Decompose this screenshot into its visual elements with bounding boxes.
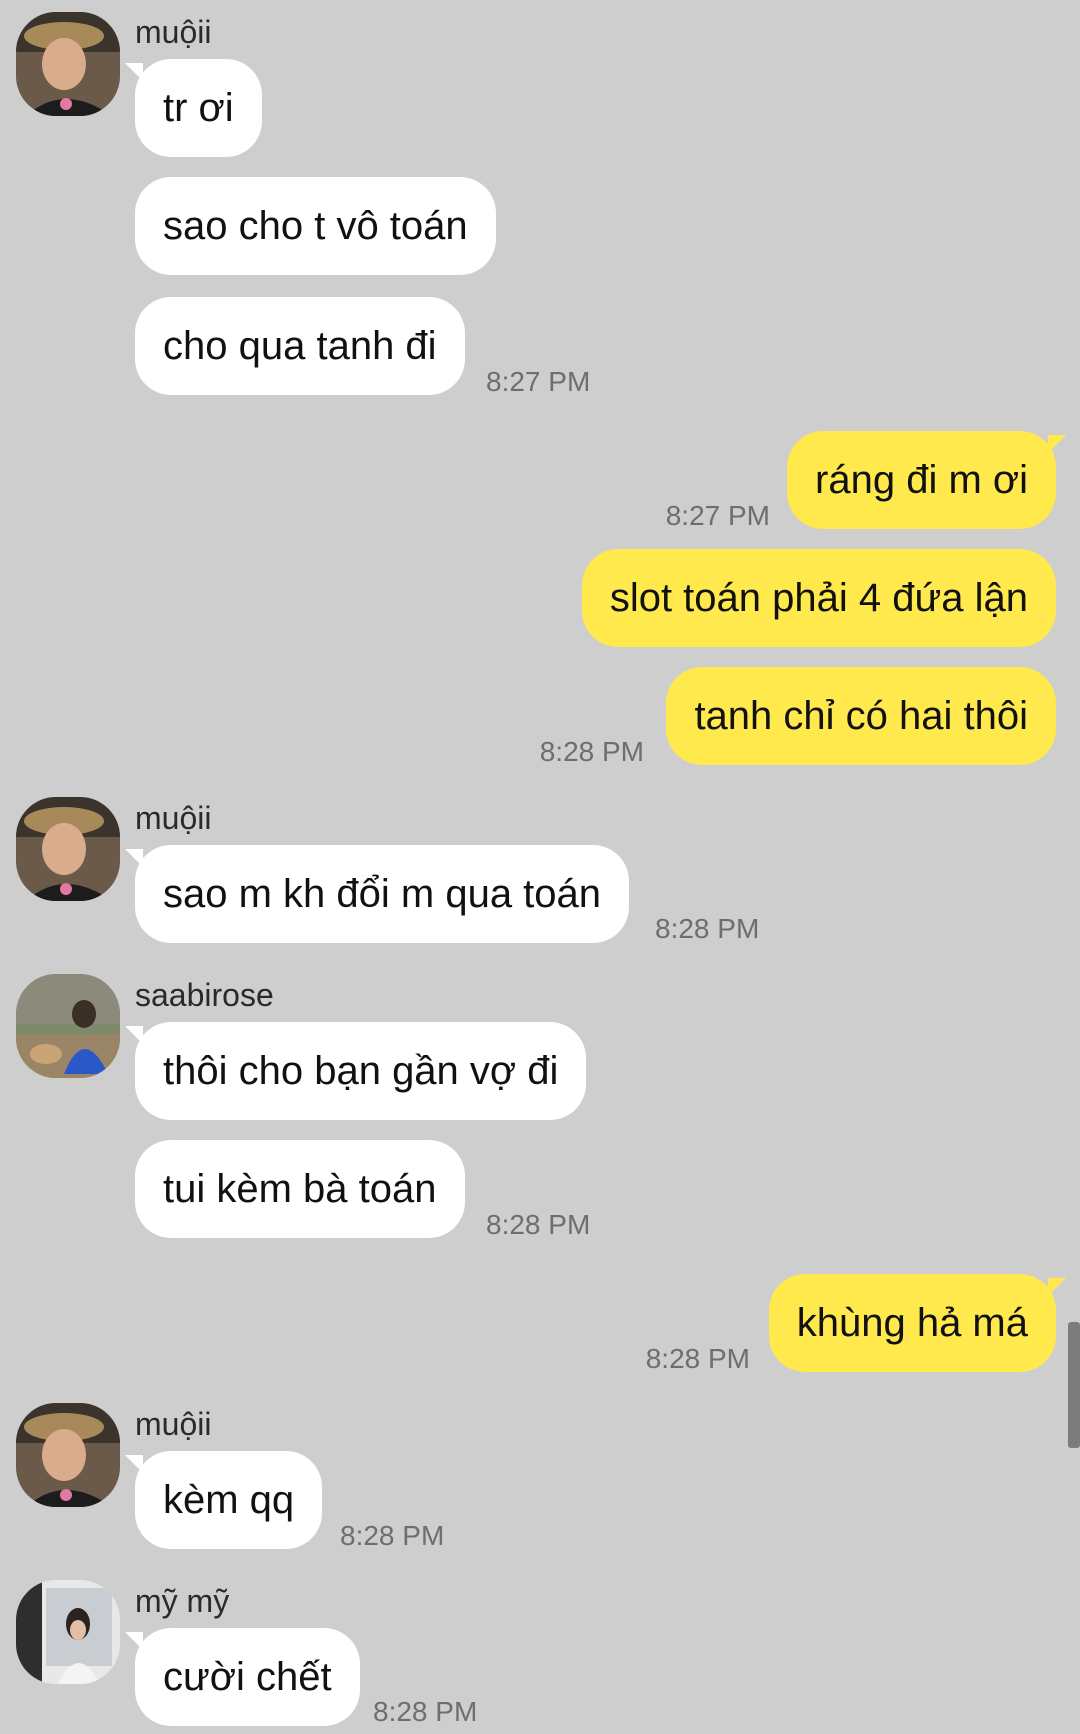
avatar-muoii[interactable] xyxy=(16,12,120,116)
scrollbar-thumb[interactable] xyxy=(1068,1322,1080,1448)
message-timestamp: 8:28 PM xyxy=(645,1343,750,1374)
message-bubble[interactable]: tui kèm bà toán xyxy=(135,1140,465,1238)
message-timestamp: 8:28 PM xyxy=(373,1696,478,1727)
message-timestamp: 8:28 PM xyxy=(539,736,644,767)
avatar-my-my[interactable] xyxy=(16,1580,120,1684)
message-bubble[interactable]: sao m kh đổi m qua toán xyxy=(124,845,630,943)
avatar-muoii[interactable] xyxy=(16,1403,120,1507)
avatar-muoii[interactable] xyxy=(16,797,120,901)
message-bubble[interactable]: khùng hả má xyxy=(768,1274,1067,1372)
message-bubble[interactable]: cho qua tanh đi xyxy=(135,297,465,395)
message-bubble[interactable]: thôi cho bạn gần vợ đi xyxy=(124,1022,587,1120)
message-timestamp: 8:27 PM xyxy=(665,500,770,531)
message-timestamp: 8:27 PM xyxy=(486,366,591,397)
message-timestamp: 8:28 PM xyxy=(340,1520,445,1551)
sender-name: muộii xyxy=(135,800,212,836)
message-timestamp: 8:28 PM xyxy=(486,1209,591,1240)
avatar-saabirose[interactable] xyxy=(16,974,120,1078)
message-bubble[interactable]: tr ơi xyxy=(125,59,262,157)
sender-name: muộii xyxy=(135,14,212,50)
message-bubble[interactable]: sao cho t vô toán xyxy=(135,177,496,275)
message-bubble[interactable]: tanh chỉ có hai thôi xyxy=(666,667,1056,765)
message-timestamp: 8:28 PM xyxy=(655,913,760,944)
sender-name: muộii xyxy=(135,1406,212,1442)
message-bubble[interactable]: ráng đi m ơi xyxy=(787,431,1066,529)
sender-name: mỹ mỹ xyxy=(135,1583,230,1619)
sender-name: saabirose xyxy=(135,977,274,1013)
message-bubble[interactable]: slot toán phải 4 đứa lận xyxy=(581,549,1056,647)
message-bubble[interactable]: cười chết xyxy=(125,1628,360,1726)
message-bubble[interactable]: kèm qq xyxy=(124,1451,323,1549)
